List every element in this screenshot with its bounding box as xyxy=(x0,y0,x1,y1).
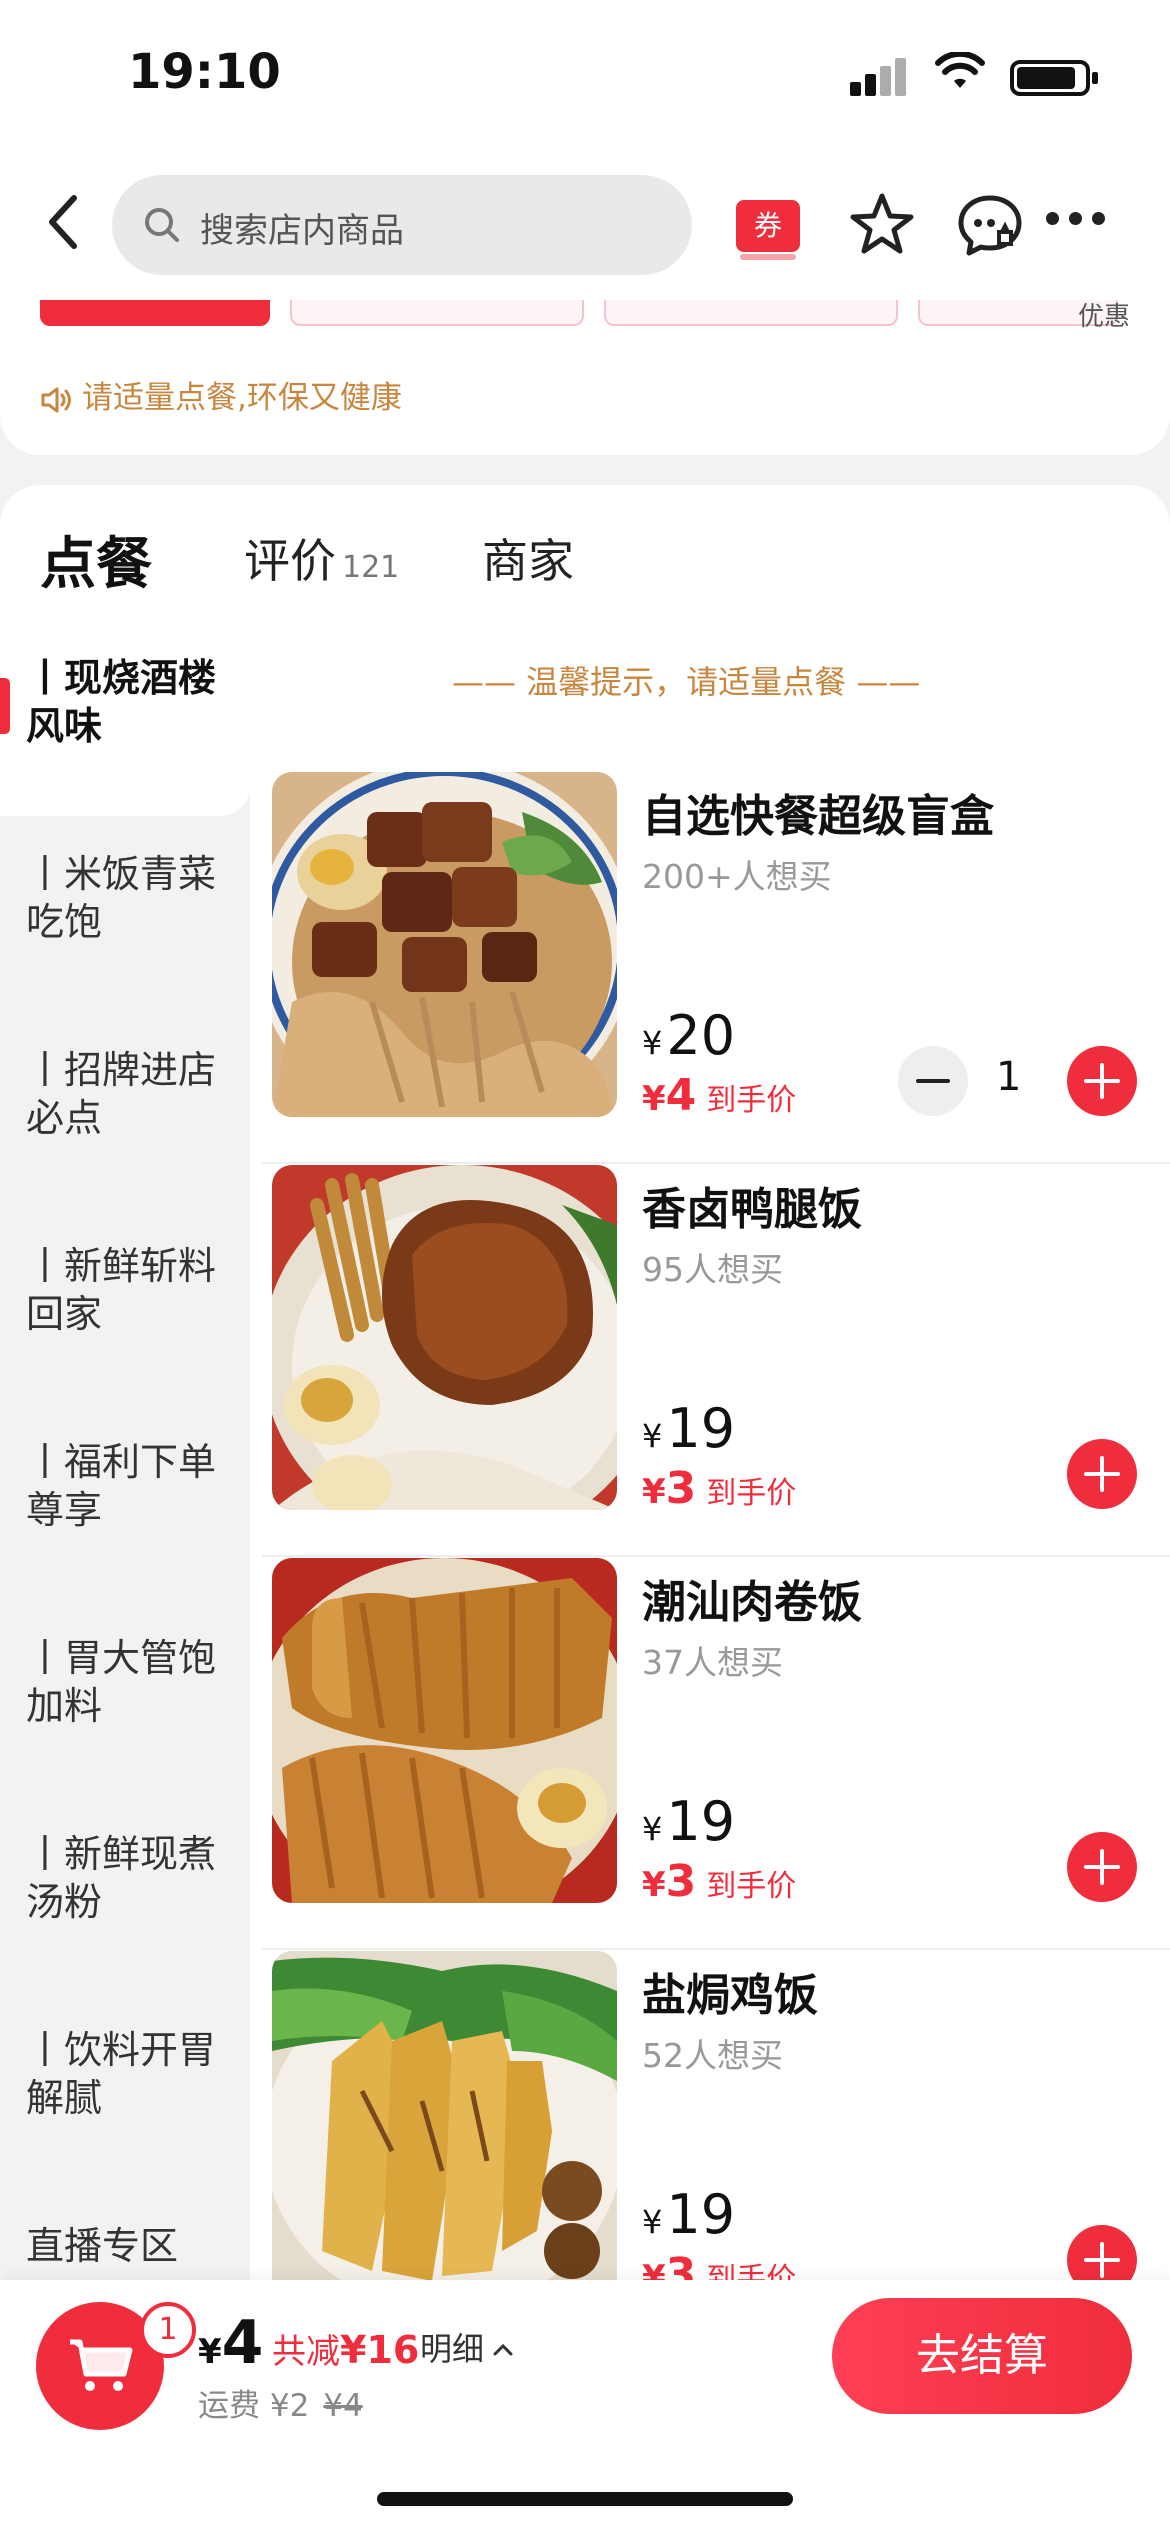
category-label: 丨胃大管饱加料 xyxy=(26,1636,217,1728)
category-item[interactable]: 丨饮料开胃解腻 xyxy=(0,1992,250,2188)
eco-tip: 请适量点餐,环保又健康 xyxy=(40,372,402,417)
search-placeholder: 搜索店内商品 xyxy=(200,211,404,251)
shopping-cart-icon xyxy=(70,2339,133,2391)
category-item[interactable]: 丨胃大管饱加料 xyxy=(0,1600,250,1796)
item-want-count: 95人想买 xyxy=(642,1250,783,1289)
cart-button[interactable]: 1 xyxy=(36,2302,196,2430)
cart-detail-toggle[interactable]: 明细 xyxy=(420,2324,516,2370)
category-item[interactable]: 丨福利下单尊享 xyxy=(0,1404,250,1600)
item-name: 自选快餐超级盲盒 xyxy=(642,791,994,842)
cart-bar: 1 ¥4 共减¥16 明细 运费 ¥2 ¥4 去结算 xyxy=(0,2280,1170,2532)
decrease-quantity-button[interactable] xyxy=(898,1046,968,1116)
item-final-price: ¥3 到手价 xyxy=(642,1856,797,1907)
item-name: 香卤鸭腿饭 xyxy=(642,1184,862,1235)
promo-tag[interactable] xyxy=(290,300,584,326)
cellular-signal-icon xyxy=(850,58,910,96)
favorite-star-icon[interactable] xyxy=(848,190,916,258)
food-image-salt-baked-chicken-rice[interactable] xyxy=(272,1951,617,2285)
item-name: 潮汕肉卷饭 xyxy=(642,1577,862,1628)
category-item[interactable]: 丨米饭青菜吃饱 xyxy=(0,816,250,1012)
item-price: ¥19 xyxy=(642,2183,736,2246)
promo-tag[interactable] xyxy=(40,300,270,326)
food-image-chaoshan-meat-roll-rice[interactable] xyxy=(272,1558,617,1903)
food-image-braised-duck-leg-rice[interactable] xyxy=(272,1165,617,1510)
item-want-count: 52人想买 xyxy=(642,2036,783,2075)
customer-service-chat-icon[interactable] xyxy=(955,190,1025,260)
wifi-icon xyxy=(935,52,985,88)
shipping-original-fee: ¥4 xyxy=(323,2388,363,2424)
category-label: 丨饮料开胃解腻 xyxy=(26,2028,217,2120)
item-name: 盐焗鸡饭 xyxy=(642,1970,818,2021)
category-item[interactable]: 丨新鲜现煮汤粉 xyxy=(0,1796,250,1992)
category-item[interactable]: 直播专区 xyxy=(0,2188,250,2285)
promo-more-label[interactable]: 优惠 xyxy=(1078,300,1130,333)
category-item[interactable]: 丨招牌进店必点 xyxy=(0,1012,250,1208)
tab-label: 评价 xyxy=(244,534,336,588)
menu-panel: 点餐 评价 121 商家 丨现烧酒楼风味 丨米饭青菜吃饱 丨招牌进店必点 丨新鲜斩… xyxy=(0,485,1170,2285)
category-label: 丨米饭青菜吃饱 xyxy=(26,852,217,944)
item-final-price: ¥4 到手价 xyxy=(642,1070,797,1121)
coupon-button[interactable]: 券 xyxy=(736,200,800,260)
app-screen: 19:10 搜索店内商品 券 优惠 请适量点餐,环保又健康 点餐 评价 121 … xyxy=(0,0,1170,2532)
promo-strip: 优惠 请适量点餐,环保又健康 xyxy=(0,300,1170,455)
menu-item[interactable]: 盐焗鸡饭 52人想买 ¥19 ¥3 到手价 xyxy=(272,1951,1170,2285)
eco-tip-text: 请适量点餐,环保又健康 xyxy=(82,380,402,416)
status-bar: 19:10 xyxy=(0,0,1170,150)
cart-discount: 共减¥16 xyxy=(272,2328,420,2372)
cart-total: ¥4 xyxy=(198,2308,264,2378)
item-final-price: ¥3 到手价 xyxy=(642,1463,797,1514)
status-time: 19:10 xyxy=(128,44,281,100)
food-image-braised-pork-rice[interactable] xyxy=(272,772,617,1117)
category-label: 丨福利下单尊享 xyxy=(26,1440,217,1532)
tab-order[interactable]: 点餐 xyxy=(40,519,152,600)
category-label: 丨现烧酒楼风味 xyxy=(26,656,217,748)
search-bar[interactable]: 搜索店内商品 xyxy=(112,175,692,275)
divider xyxy=(262,1162,1170,1164)
search-icon xyxy=(145,208,179,242)
more-icon[interactable] xyxy=(1046,210,1115,229)
category-sidebar: 丨现烧酒楼风味 丨米饭青菜吃饱 丨招牌进店必点 丨新鲜斩料回家 丨福利下单尊享 … xyxy=(0,620,250,2285)
divider xyxy=(262,1948,1170,1950)
category-label: 直播专区 xyxy=(26,2224,179,2268)
category-label: 丨新鲜斩料回家 xyxy=(26,1244,217,1336)
menu-hint: —— 温馨提示，请适量点餐 —— xyxy=(452,663,921,701)
item-want-count: 200+人想买 xyxy=(642,857,832,896)
battery-icon xyxy=(1010,60,1098,96)
speaker-icon xyxy=(41,387,71,412)
category-label: 丨新鲜现煮汤粉 xyxy=(26,1832,217,1924)
top-nav: 搜索店内商品 券 xyxy=(0,150,1170,300)
add-to-cart-button[interactable] xyxy=(1067,2225,1137,2285)
home-indicator xyxy=(377,2492,793,2506)
menu-item[interactable]: 自选快餐超级盲盒 200+人想买 ¥20 ¥4 到手价 1 xyxy=(262,772,1170,1164)
review-count: 121 xyxy=(342,550,400,585)
add-to-cart-button[interactable] xyxy=(1067,1046,1137,1116)
add-to-cart-button[interactable] xyxy=(1067,1439,1137,1509)
item-want-count: 37人想买 xyxy=(642,1643,783,1682)
tab-label: 点餐 xyxy=(40,532,152,597)
cart-count-badge: 1 xyxy=(140,2302,196,2358)
promo-tag[interactable] xyxy=(604,300,898,326)
checkout-button[interactable]: 去结算 xyxy=(832,2298,1132,2414)
store-tabs: 点餐 评价 121 商家 xyxy=(0,485,1170,620)
item-quantity: 1 xyxy=(996,1054,1022,1100)
divider xyxy=(262,1555,1170,1557)
tab-reviews[interactable]: 评价 121 xyxy=(244,525,399,591)
item-price: ¥19 xyxy=(642,1790,736,1853)
menu-item[interactable]: 潮汕肉卷饭 37人想买 ¥19 ¥3 到手价 xyxy=(262,1558,1170,1950)
tab-merchant[interactable]: 商家 xyxy=(482,525,574,591)
menu-item[interactable]: 香卤鸭腿饭 95人想买 ¥19 ¥3 到手价 xyxy=(262,1165,1170,1557)
back-icon[interactable] xyxy=(40,192,90,252)
category-item[interactable]: 丨新鲜斩料回家 xyxy=(0,1208,250,1404)
add-to-cart-button[interactable] xyxy=(1067,1832,1137,1902)
chevron-up-icon xyxy=(493,2343,513,2356)
category-item[interactable]: 丨现烧酒楼风味 xyxy=(0,620,250,816)
item-price: ¥20 xyxy=(642,1004,736,1067)
item-price: ¥19 xyxy=(642,1397,736,1460)
shipping-fee: 运费 ¥2 ¥4 xyxy=(198,2388,363,2424)
tab-label: 商家 xyxy=(482,534,574,588)
category-label: 丨招牌进店必点 xyxy=(26,1048,217,1140)
